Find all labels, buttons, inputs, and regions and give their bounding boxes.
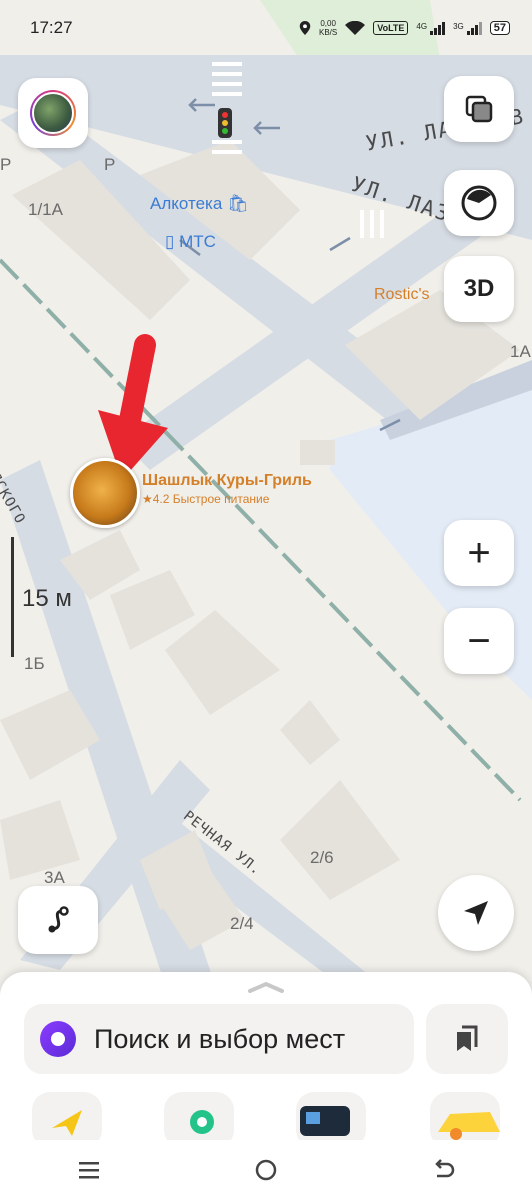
zoom-in-button[interactable]: + xyxy=(444,520,514,586)
house-number: 3А xyxy=(44,868,65,887)
route-button[interactable] xyxy=(18,886,98,954)
wifi-icon xyxy=(345,21,366,35)
home-icon[interactable] xyxy=(254,1158,278,1182)
sheet-handle-icon[interactable] xyxy=(246,980,286,994)
plus-icon: + xyxy=(467,531,491,575)
house-number: 1/1А xyxy=(28,200,63,219)
location-icon xyxy=(299,21,311,35)
menu-icon[interactable] xyxy=(77,1159,101,1181)
layers-icon xyxy=(465,95,493,123)
minus-icon: − xyxy=(467,619,491,663)
poi-mts[interactable]: ▯ МТС xyxy=(165,232,216,252)
parking-label: Р xyxy=(104,155,116,174)
status-bar: 17:27 0,00 KB/S VoLTE 4G 3G 57 xyxy=(0,0,532,56)
poi-rating: ★4.2 Быстрое питание xyxy=(142,492,270,506)
my-location-button[interactable] xyxy=(438,875,514,951)
house-number: 2/6 xyxy=(310,848,334,867)
compass-button[interactable] xyxy=(444,170,514,236)
house-number: 1А xyxy=(510,342,531,361)
search-placeholder: Поиск и выбор мест xyxy=(94,1023,346,1054)
volte-badge: VoLTE xyxy=(373,21,409,35)
poi-photo[interactable] xyxy=(70,458,140,528)
shopping-bag-icon: 🛍 xyxy=(227,194,249,213)
avatar xyxy=(30,90,76,136)
compass-icon xyxy=(461,185,497,221)
poi-rostics[interactable]: Rostic's xyxy=(374,286,430,304)
bookmark-icon xyxy=(457,1025,478,1051)
scale-label: 15 м xyxy=(22,585,72,612)
signal-3g-icon: 3G xyxy=(453,21,482,35)
house-number: 1Б xyxy=(24,654,45,673)
alice-voice-assistant-icon[interactable] xyxy=(40,1021,76,1057)
signal-4g-icon: 4G xyxy=(416,21,446,35)
phone-icon: ▯ xyxy=(165,232,175,251)
system-nav-bar xyxy=(0,1140,532,1200)
search-bar[interactable]: Поиск и выбор мест xyxy=(24,1004,414,1074)
3d-toggle-button[interactable]: 3D xyxy=(444,256,514,322)
layers-button[interactable] xyxy=(444,76,514,142)
poi-name[interactable]: Шашлык Куры-Гриль xyxy=(142,472,312,490)
bookmarks-button[interactable] xyxy=(426,1004,508,1074)
poi-alkoteka[interactable]: Алкотека 🛍 xyxy=(150,194,249,214)
clock: 17:27 xyxy=(30,18,73,37)
scale-bar xyxy=(11,537,14,657)
house-number: 2/4 xyxy=(230,914,254,933)
network-speed: 0,00 KB/S xyxy=(319,19,338,37)
profile-avatar-button[interactable] xyxy=(18,78,88,148)
route-icon xyxy=(48,906,69,933)
back-icon[interactable] xyxy=(431,1158,455,1182)
navigation-arrow-icon xyxy=(464,901,488,925)
parking-label: Р xyxy=(0,155,12,174)
zoom-out-button[interactable]: − xyxy=(444,608,514,674)
battery-icon: 57 xyxy=(489,21,510,35)
